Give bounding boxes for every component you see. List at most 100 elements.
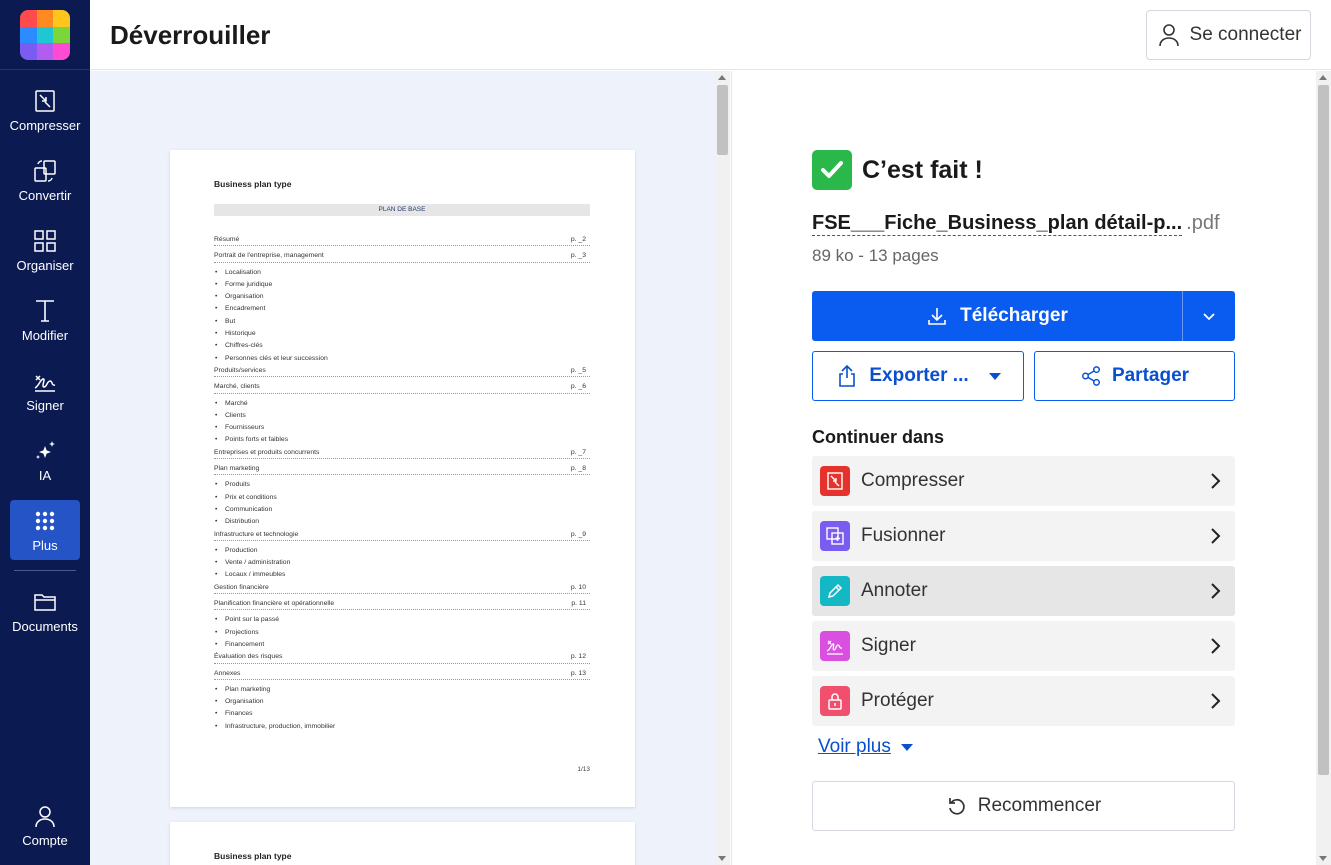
toc-section: Infrastructure et technologie p. _9	[214, 529, 590, 541]
toc-page: p. _8	[570, 465, 586, 473]
sidebar: Compresser Convertir Organiser Modifier …	[0, 0, 90, 865]
toc-section: Planification financière et opérationnel…	[214, 598, 590, 611]
restart-label: Recommencer	[977, 795, 1102, 816]
chevron-right-icon	[1211, 473, 1221, 489]
toc-text: Distribution	[225, 518, 259, 526]
share-label: Partager	[1111, 365, 1190, 386]
scrollbar-thumb[interactable]	[1318, 85, 1329, 775]
document-page-2: Business plan type	[170, 822, 635, 865]
continue-fusionner[interactable]: Fusionner	[812, 511, 1235, 561]
toc-text: Locaux / immeubles	[225, 571, 286, 579]
success-text: C’est fait !	[862, 155, 983, 184]
doc-page-number: 1/13	[577, 766, 590, 773]
sidebar-item-label: Convertir	[18, 188, 72, 203]
toc-text: Production	[225, 546, 258, 554]
scroll-up-icon[interactable]	[718, 75, 726, 80]
share-button[interactable]: Partager	[1034, 351, 1235, 401]
toc-bullet: Points forts et faibles	[214, 434, 590, 446]
toc-text: Produits	[225, 481, 250, 489]
result-panel: C’est fait ! FSE___Fiche_Business_plan d…	[731, 71, 1316, 865]
chevron-right-icon	[1211, 693, 1221, 709]
toc-text: Forme juridique	[225, 280, 273, 288]
toc-bullet: Finances	[214, 708, 590, 720]
toc-text: Plan marketing	[214, 465, 260, 473]
sidebar-item-label: Plus	[32, 538, 58, 553]
toc-bullet: Locaux / immeubles	[214, 569, 590, 581]
see-more-link[interactable]: Voir plus	[818, 736, 913, 758]
toc-section: Résumé p. _2	[214, 234, 590, 247]
toc-bullet: Communication	[214, 504, 590, 516]
scroll-up-icon[interactable]	[1319, 75, 1327, 80]
scroll-down-icon[interactable]	[718, 856, 726, 861]
toc-page: p. _9	[570, 530, 586, 538]
document-page-1: Business plan type PLAN DE BASE Résumé p.…	[170, 150, 635, 807]
sidebar-item-documents[interactable]: Documents	[10, 581, 80, 641]
sidebar-item-organiser[interactable]: Organiser	[10, 220, 80, 280]
signature-icon	[820, 631, 850, 661]
login-button[interactable]: Se connecter	[1146, 10, 1311, 60]
scrollbar-thumb[interactable]	[717, 85, 728, 155]
continue-annoter[interactable]: Annoter	[812, 566, 1235, 616]
organize-icon	[34, 230, 56, 252]
sidebar-item-label: Organiser	[16, 258, 74, 273]
toc-text: Entreprises et produits concurrents	[214, 448, 320, 456]
toc-text: Finances	[225, 710, 253, 718]
toc-text: Produits/services	[214, 366, 266, 374]
document-preview[interactable]: Business plan type PLAN DE BASE Résumé p.…	[90, 71, 730, 865]
sidebar-item-label: Compresser	[9, 118, 81, 133]
panel-scrollbar[interactable]	[1316, 71, 1331, 865]
restart-button[interactable]: Recommencer	[812, 781, 1235, 831]
sidebar-item-plus[interactable]: Plus	[10, 500, 80, 560]
toc-bullet: Fournisseurs	[214, 422, 590, 434]
toc-bullet: Encadrement	[214, 303, 590, 315]
continue-title: Continuer dans	[812, 427, 945, 447]
toc-section: Produits/services p. _5	[214, 365, 590, 378]
file-name[interactable]: FSE___Fiche_Business_plan détail-p... .p…	[812, 212, 1237, 236]
tool-label: Annoter	[861, 580, 928, 601]
toc-text: Fournisseurs	[225, 424, 265, 432]
check-icon	[812, 150, 852, 190]
toc-text: Marché, clients	[214, 383, 260, 391]
sidebar-item-signer[interactable]: Signer	[10, 360, 80, 420]
toc-bullet: Organisation	[214, 291, 590, 303]
continue-proteger[interactable]: Protéger	[812, 676, 1235, 726]
sidebar-item-convertir[interactable]: Convertir	[10, 150, 80, 210]
user-icon	[35, 806, 55, 828]
export-button[interactable]: Exporter ...	[812, 351, 1024, 401]
toc-text: Points forts et faibles	[225, 436, 289, 444]
lock-icon	[820, 686, 850, 716]
continue-compresser[interactable]: Compresser	[812, 456, 1235, 506]
scroll-down-icon[interactable]	[1319, 856, 1327, 861]
continue-signer[interactable]: Signer	[812, 621, 1235, 671]
toc-text: Communication	[225, 505, 273, 513]
toc-bullet: Prix et conditions	[214, 492, 590, 504]
toc-page: p. 10	[570, 583, 586, 591]
toc-bullet: Distribution	[214, 516, 590, 528]
download-options-button[interactable]	[1183, 291, 1235, 341]
toc-text: Portrait de l'entreprise, management	[214, 252, 324, 260]
toc-text: Infrastructure, production, immobilier	[225, 722, 336, 730]
signature-icon	[34, 375, 56, 392]
preview-scrollbar[interactable]	[715, 71, 730, 865]
sidebar-item-ia[interactable]: IA	[10, 430, 80, 490]
toc-bullet: But	[214, 316, 590, 328]
tool-label: Signer	[861, 635, 916, 656]
toc-text: Plan marketing	[225, 685, 271, 693]
grid-dots-icon	[35, 511, 55, 531]
app-logo[interactable]	[20, 10, 70, 60]
top-header: Déverrouiller Se connecter	[90, 0, 1331, 70]
file-name-main[interactable]: FSE___Fiche_Business_plan détail-p...	[812, 212, 1183, 236]
toc-text: Clients	[225, 411, 246, 419]
sidebar-item-compresser[interactable]: Compresser	[10, 80, 80, 140]
sidebar-item-modifier[interactable]: Modifier	[10, 290, 80, 350]
sidebar-item-compte[interactable]: Compte	[10, 795, 80, 855]
doc-title: Business plan type	[214, 179, 292, 189]
folder-icon	[34, 594, 56, 611]
toc-bullet: Historique	[214, 328, 590, 340]
toc-bullet: Localisation	[214, 267, 590, 279]
download-icon	[928, 308, 946, 325]
sidebar-item-label: Modifier	[21, 328, 69, 343]
toc-text: Organisation	[225, 698, 264, 706]
sidebar-divider	[0, 69, 90, 70]
download-button[interactable]: Télécharger	[812, 291, 1182, 341]
